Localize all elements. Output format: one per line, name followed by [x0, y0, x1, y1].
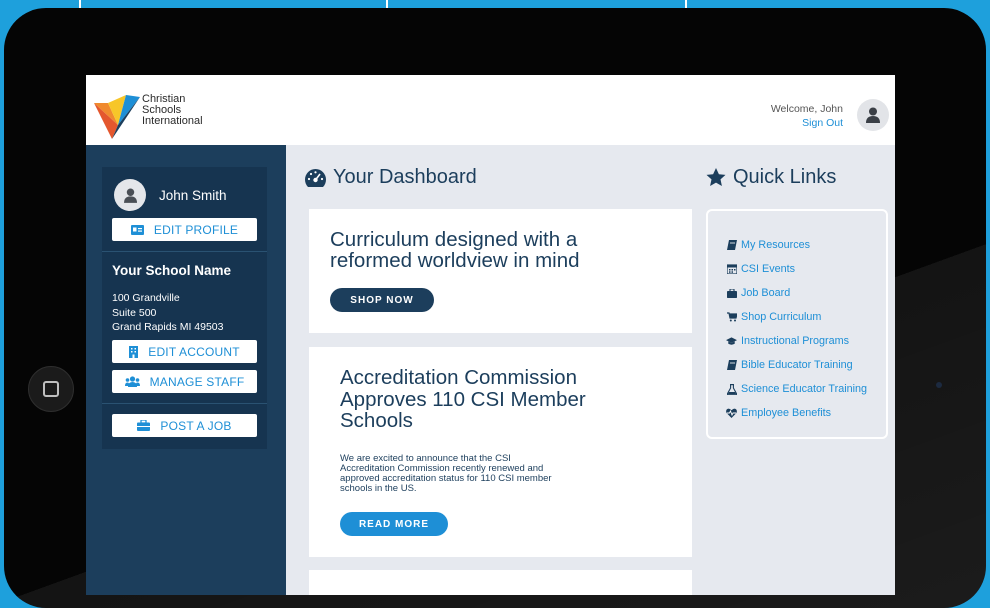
school-address: 100 Grandville Suite 500 Grand Rapids MI… [112, 291, 223, 335]
welcome-text: Welcome, John [770, 103, 843, 115]
id-card-icon [130, 224, 144, 235]
csi-logo-icon[interactable] [94, 95, 140, 139]
app-screen: Christian Schools International Welcome,… [86, 75, 895, 595]
dashboard-title: Your Dashboard [305, 166, 477, 189]
news-heading: Accreditation Commission Approves 110 CS… [340, 366, 586, 432]
dashboard-title-text: Your Dashboard [333, 166, 477, 188]
quick-link-instructional-programs[interactable]: Instructional Programs [726, 329, 867, 353]
header-avatar[interactable] [857, 99, 889, 131]
manage-staff-label: MANAGE STAFF [149, 374, 245, 389]
home-button[interactable] [28, 366, 74, 412]
quick-links-title-text: Quick Links [733, 166, 837, 188]
logo-wordmark: Christian Schools International [142, 94, 203, 127]
sign-out-link[interactable]: Sign Out [771, 116, 843, 130]
user-icon [866, 107, 880, 123]
post-job-label: POST A JOB [160, 418, 232, 433]
address-line: Suite 500 [112, 306, 157, 319]
quick-link-label: Bible Educator Training [741, 359, 853, 371]
manage-staff-button[interactable]: MANAGE STAFF [112, 370, 257, 393]
logo-line: International [142, 115, 203, 127]
flask-icon [726, 383, 737, 395]
user-icon [123, 188, 137, 203]
news-body: We are excited to announce that the CSI … [340, 453, 552, 494]
heartbeat-icon [726, 408, 737, 419]
promo-panel: Curriculum designed with a reformed worl… [309, 209, 692, 333]
briefcase-icon [137, 420, 151, 431]
quick-link-label: Job Board [741, 287, 791, 299]
divider [102, 403, 267, 404]
quick-links-title: Quick Links [706, 166, 836, 189]
quick-link-label: Employee Benefits [741, 407, 832, 419]
address-line: 100 Grandville [112, 292, 180, 304]
quick-link-science-educator-training[interactable]: Science Educator Training [726, 377, 867, 401]
welcome-block: Welcome, John Sign Out [771, 102, 843, 130]
news-panel: Accreditation Commission Approves 110 CS… [309, 347, 692, 557]
quick-link-label: My Resources [741, 239, 810, 251]
school-name: Your School Name [112, 263, 232, 278]
quick-link-job-board[interactable]: Job Board [726, 281, 867, 305]
quick-link-my-resources[interactable]: My Resources [726, 233, 867, 257]
book-icon [726, 240, 737, 251]
quick-link-label: Shop Curriculum [741, 311, 822, 323]
calendar-icon [726, 264, 737, 275]
quick-links-box: My Resources CSI Events Job Board Shop C… [706, 209, 888, 439]
edit-profile-button[interactable]: EDIT PROFILE [112, 218, 257, 241]
quick-link-label: CSI Events [741, 263, 796, 275]
camera-dot [936, 382, 942, 388]
edit-account-button[interactable]: EDIT ACCOUNT [112, 340, 257, 363]
briefcase-icon [726, 288, 737, 299]
quick-link-shop-curriculum[interactable]: Shop Curriculum [726, 305, 867, 329]
quick-link-label: Science Educator Training [741, 383, 868, 395]
star-icon [706, 168, 726, 186]
shop-now-button[interactable]: SHOP NOW [330, 288, 434, 312]
quick-links-list: My Resources CSI Events Job Board Shop C… [726, 233, 867, 425]
site-header: Christian Schools International Welcome,… [86, 75, 895, 145]
next-panel [309, 570, 692, 595]
quick-link-employee-benefits[interactable]: Employee Benefits [726, 401, 867, 425]
building-icon [129, 345, 139, 358]
profile-card: John Smith EDIT PROFILE Your School Name… [102, 167, 267, 449]
promo-heading: Curriculum designed with a reformed worl… [330, 228, 580, 272]
sidebar: John Smith EDIT PROFILE Your School Name… [86, 145, 286, 595]
edit-profile-label: EDIT PROFILE [153, 222, 239, 237]
book-icon [726, 360, 737, 371]
quick-link-label: Instructional Programs [741, 335, 850, 347]
profile-name: John Smith [159, 188, 227, 203]
users-icon [124, 376, 140, 387]
divider [102, 251, 267, 252]
quick-link-bible-educator-training[interactable]: Bible Educator Training [726, 353, 867, 377]
graduation-cap-icon [726, 336, 737, 347]
edit-account-label: EDIT ACCOUNT [148, 344, 240, 359]
read-more-button[interactable]: READ MORE [340, 512, 448, 536]
dashboard-gauge-icon [305, 168, 326, 187]
post-job-button[interactable]: POST A JOB [112, 414, 257, 437]
quick-link-csi-events[interactable]: CSI Events [726, 257, 867, 281]
cart-icon [726, 312, 737, 323]
profile-avatar [114, 179, 146, 211]
address-line: Grand Rapids MI 49503 [112, 321, 224, 333]
